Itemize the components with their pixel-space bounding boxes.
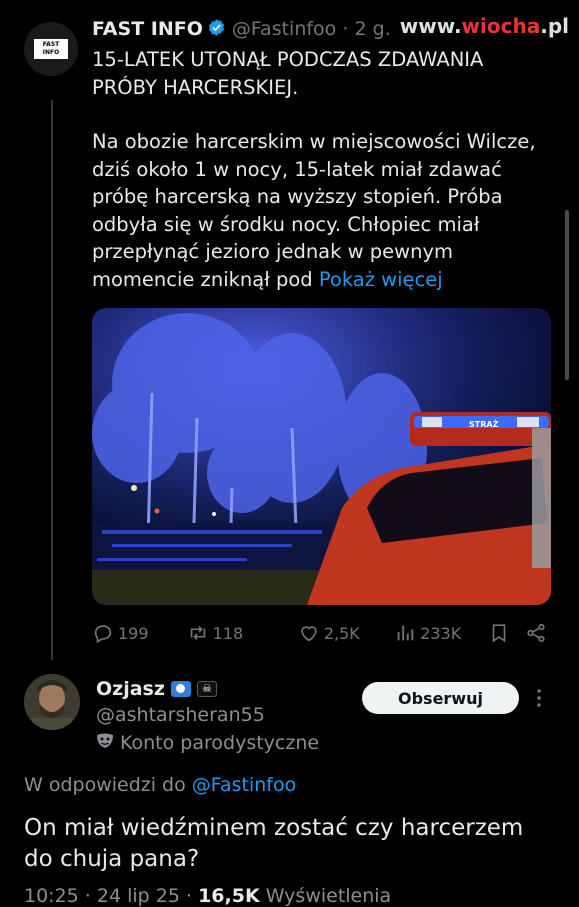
- verified-badge-icon: [207, 18, 226, 42]
- watermark: www.wiocha.pl: [399, 14, 569, 38]
- reply-to-mention[interactable]: @Fastinfoo: [192, 774, 296, 796]
- reply-views-count: 16,5K: [198, 885, 260, 907]
- post-headline: PRÓBY HARCERSKIEJ.: [92, 75, 299, 99]
- post-body-line: dziś około 1 w nocy, 15-latek miał zdawa…: [92, 157, 502, 181]
- views-button[interactable]: 233K: [394, 622, 487, 644]
- post-text: 15-LATEK UTONĄŁ PODCZAS ZDAWANIA PRÓBY H…: [92, 46, 562, 293]
- show-more-link[interactable]: Pokaż więcej: [319, 268, 443, 291]
- flag-badge-icon: [170, 681, 191, 697]
- repost-count: 118: [212, 623, 244, 643]
- bookmark-button[interactable]: [488, 622, 525, 644]
- views-icon: [397, 625, 414, 641]
- post-action-bar: 199 118 2,5K 233K: [92, 620, 547, 646]
- reply-button[interactable]: 199: [92, 622, 171, 644]
- follow-button[interactable]: Obserwuj: [362, 682, 519, 714]
- fast-info-logo: FAST INFO: [34, 39, 68, 59]
- post-body-line: odbyła się w środku nocy. Chłopiec miał: [92, 212, 480, 236]
- post-media-photo[interactable]: STRAŻ: [92, 308, 551, 605]
- post-body-line: Na obozie harcerskim w miejscowości Wilc…: [92, 130, 536, 153]
- repost-icon: [190, 625, 205, 641]
- post-header: FAST INFO @Fastinfoo · 2 g.: [92, 18, 391, 42]
- like-button[interactable]: 2,5K: [298, 622, 394, 644]
- reply-author-handle[interactable]: @ashtarsheran55: [96, 704, 265, 726]
- repost-button[interactable]: 118: [171, 622, 298, 644]
- reply-views-label: Wyświetlenia: [265, 885, 392, 907]
- more-icon[interactable]: [532, 686, 546, 710]
- post-body-line: przepłynąć jezioro jednak w pewnym: [92, 240, 453, 263]
- reply-icon: [94, 625, 112, 644]
- reply-author-name-row: Ozjasz ☠: [96, 678, 217, 700]
- media-vehicle-label: STRAŻ: [469, 419, 499, 429]
- reply-author-name[interactable]: Ozjasz: [96, 678, 165, 700]
- share-button[interactable]: [525, 622, 547, 644]
- author-name[interactable]: FAST INFO: [92, 18, 203, 40]
- author-avatar[interactable]: FAST INFO: [24, 22, 78, 76]
- post-time[interactable]: · 2 g.: [342, 18, 390, 40]
- share-icon: [527, 623, 545, 643]
- post-body-line: próbę harcerską na wyższy stopień. Próba: [92, 185, 503, 208]
- parody-mask-icon: [96, 732, 114, 754]
- parody-account-label: Konto parodystyczne: [96, 732, 319, 754]
- replying-to: W odpowiedzi do @Fastinfoo: [24, 774, 297, 796]
- reply-timestamp[interactable]: 10:25 · 24 lip 25 ·: [24, 885, 192, 907]
- author-handle[interactable]: @Fastinfoo: [232, 18, 336, 40]
- bookmark-icon: [492, 624, 505, 643]
- like-icon: [301, 626, 317, 642]
- reply-meta: 10:25 · 24 lip 25 · 16,5K Wyświetlenia: [24, 885, 391, 907]
- reply-count: 199: [118, 623, 149, 643]
- reply-author-avatar[interactable]: [24, 674, 80, 730]
- reply-text: On miał wiedźminem zostać czy harcerzem …: [24, 815, 524, 872]
- pirate-flag-icon: ☠: [196, 681, 217, 697]
- post-body-line: momencie zniknął pod: [92, 267, 313, 291]
- thread-line: [51, 100, 53, 660]
- like-count: 2,5K: [323, 623, 360, 643]
- views-count: 233K: [420, 623, 462, 643]
- post-headline: 15-LATEK UTONĄŁ PODCZAS ZDAWANIA: [92, 48, 484, 71]
- scrollbar-thumb[interactable]: [565, 210, 569, 380]
